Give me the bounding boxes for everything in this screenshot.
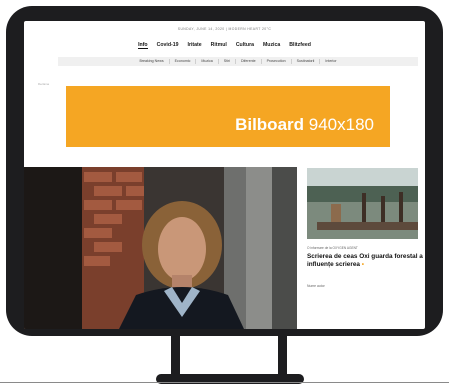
monitor-screen: SUNDAY, JUNE 14, 2020 | MODERN HEART 20°… bbox=[24, 21, 425, 329]
nav-item-cultura[interactable]: Cultura bbox=[236, 42, 254, 49]
sub-navigation: Breaking News Economic Muzica Stiri Dife… bbox=[58, 57, 418, 66]
subnav-item-sustinatorii[interactable]: Sustinatorii bbox=[292, 59, 321, 64]
nav-item-iritate[interactable]: Iritate bbox=[188, 42, 202, 49]
nav-item-muzica[interactable]: Muzica bbox=[263, 42, 280, 49]
subnav-item-breaking[interactable]: Breaking News bbox=[134, 59, 170, 64]
monitor-stand-left bbox=[171, 336, 180, 378]
hero-image[interactable] bbox=[24, 167, 297, 329]
date-bar: SUNDAY, JUNE 14, 2020 | MODERN HEART 20°… bbox=[177, 27, 272, 31]
billboard-label: Bilboard bbox=[235, 115, 305, 134]
nav-item-covid[interactable]: Covid-19 bbox=[157, 42, 179, 49]
ad-label: Reclama bbox=[38, 82, 50, 86]
nav-item-ritmul[interactable]: Ritmul bbox=[211, 42, 227, 49]
subnav-item-diferente[interactable]: Diferente bbox=[236, 59, 262, 64]
side-story-author: Nume autor bbox=[307, 284, 325, 288]
subnav-item-interior[interactable]: Interior bbox=[320, 59, 341, 64]
monitor-stand-right bbox=[278, 336, 287, 378]
billboard-size: 940x180 bbox=[308, 115, 374, 134]
billboard-ad[interactable]: Bilboard 940x180 bbox=[66, 86, 390, 147]
nav-item-blitzfeed[interactable]: Blitzfeed bbox=[289, 42, 311, 49]
monitor-frame: SUNDAY, JUNE 14, 2020 | MODERN HEART 20°… bbox=[6, 6, 443, 336]
side-story-photo bbox=[307, 168, 418, 239]
side-story-title-suffix: • bbox=[361, 261, 364, 268]
subnav-item-muzica[interactable]: Muzica bbox=[196, 59, 219, 64]
nav-item-info[interactable]: Info bbox=[138, 42, 148, 49]
side-story-title-text: Scrierea de ceas Oxi guarda forestal a i… bbox=[307, 253, 423, 268]
subnav-item-prosecution[interactable]: Prosecution bbox=[262, 59, 292, 64]
billboard-text: Bilboard 940x180 bbox=[235, 115, 374, 135]
subnav-item-economic[interactable]: Economic bbox=[170, 59, 197, 64]
side-story-image[interactable] bbox=[307, 168, 418, 239]
side-story-title[interactable]: Scrierea de ceas Oxi guarda forestal a i… bbox=[307, 253, 425, 269]
hero-photo bbox=[24, 167, 297, 329]
main-navigation: Info Covid-19 Iritate Ritmul Cultura Muz… bbox=[24, 42, 425, 49]
ground-line bbox=[0, 382, 449, 383]
side-story-kicker: O informare de la OXYGEN AGENT bbox=[307, 246, 358, 250]
subnav-item-stiri[interactable]: Stiri bbox=[219, 59, 236, 64]
